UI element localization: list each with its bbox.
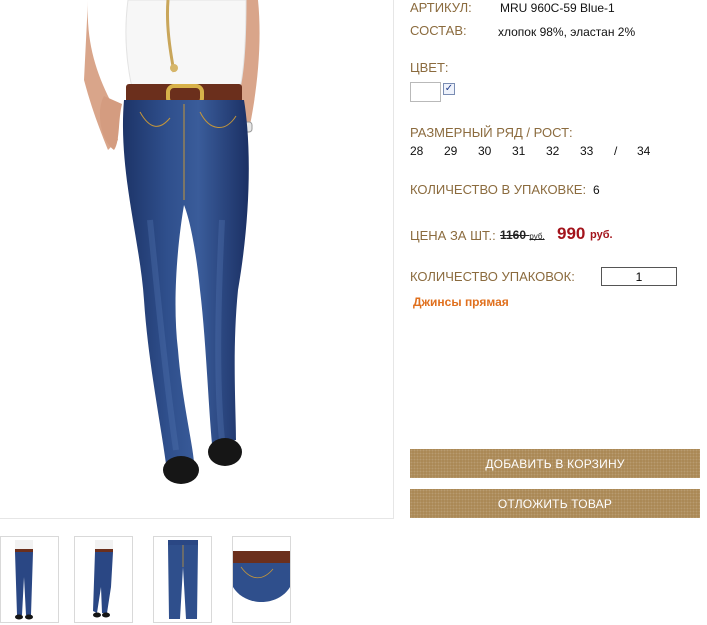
composition-label: СОСТАВ: (410, 23, 467, 38)
main-product-photo (0, 0, 394, 519)
sizes-label: РАЗМЕРНЫЙ РЯД / РОСТ: (410, 125, 573, 140)
new-price-currency: руб. (590, 229, 613, 241)
quantity-input[interactable] (601, 267, 677, 286)
quantity-label: КОЛИЧЕСТВО УПАКОВОК: (410, 269, 575, 284)
postpone-button[interactable]: ОТЛОЖИТЬ ТОВАР (410, 489, 700, 518)
category-link[interactable]: Джинсы прямая (413, 295, 509, 309)
color-label: ЦВЕТ: (410, 60, 449, 75)
color-swatch[interactable] (410, 82, 441, 102)
size-value: 33 (580, 144, 594, 158)
height-value: 34 (637, 144, 651, 158)
size-value: 32 (546, 144, 560, 158)
article-label: АРТИКУЛ: (410, 0, 472, 15)
thumbnail-detail[interactable] (232, 536, 291, 623)
add-to-cart-button[interactable]: ДОБАВИТЬ В КОРЗИНУ (410, 449, 700, 478)
color-checkbox[interactable]: ✓ (443, 83, 455, 95)
composition-value: хлопок 98%, эластан 2% (498, 25, 636, 39)
article-value: MRU 960C-59 Blue-1 (500, 1, 615, 15)
size-value: 30 (478, 144, 492, 158)
thumbnail-side[interactable] (74, 536, 133, 623)
thumbnail-flat[interactable] (153, 536, 212, 623)
size-value: 28 (410, 144, 424, 158)
old-price-value: 1160 (500, 228, 527, 242)
new-price: 990 (557, 224, 586, 243)
old-price-currency: руб. (529, 232, 545, 241)
price-label: ЦЕНА ЗА ШТ.: (410, 228, 496, 243)
size-value: 31 (512, 144, 526, 158)
size-separator: / (614, 144, 618, 158)
size-value: 29 (444, 144, 458, 158)
pack-label: КОЛИЧЕСТВО В УПАКОВКЕ: (410, 182, 587, 197)
pack-value: 6 (593, 183, 600, 197)
thumbnail-front[interactable] (0, 536, 59, 623)
old-price: 1160 руб. (500, 228, 545, 242)
